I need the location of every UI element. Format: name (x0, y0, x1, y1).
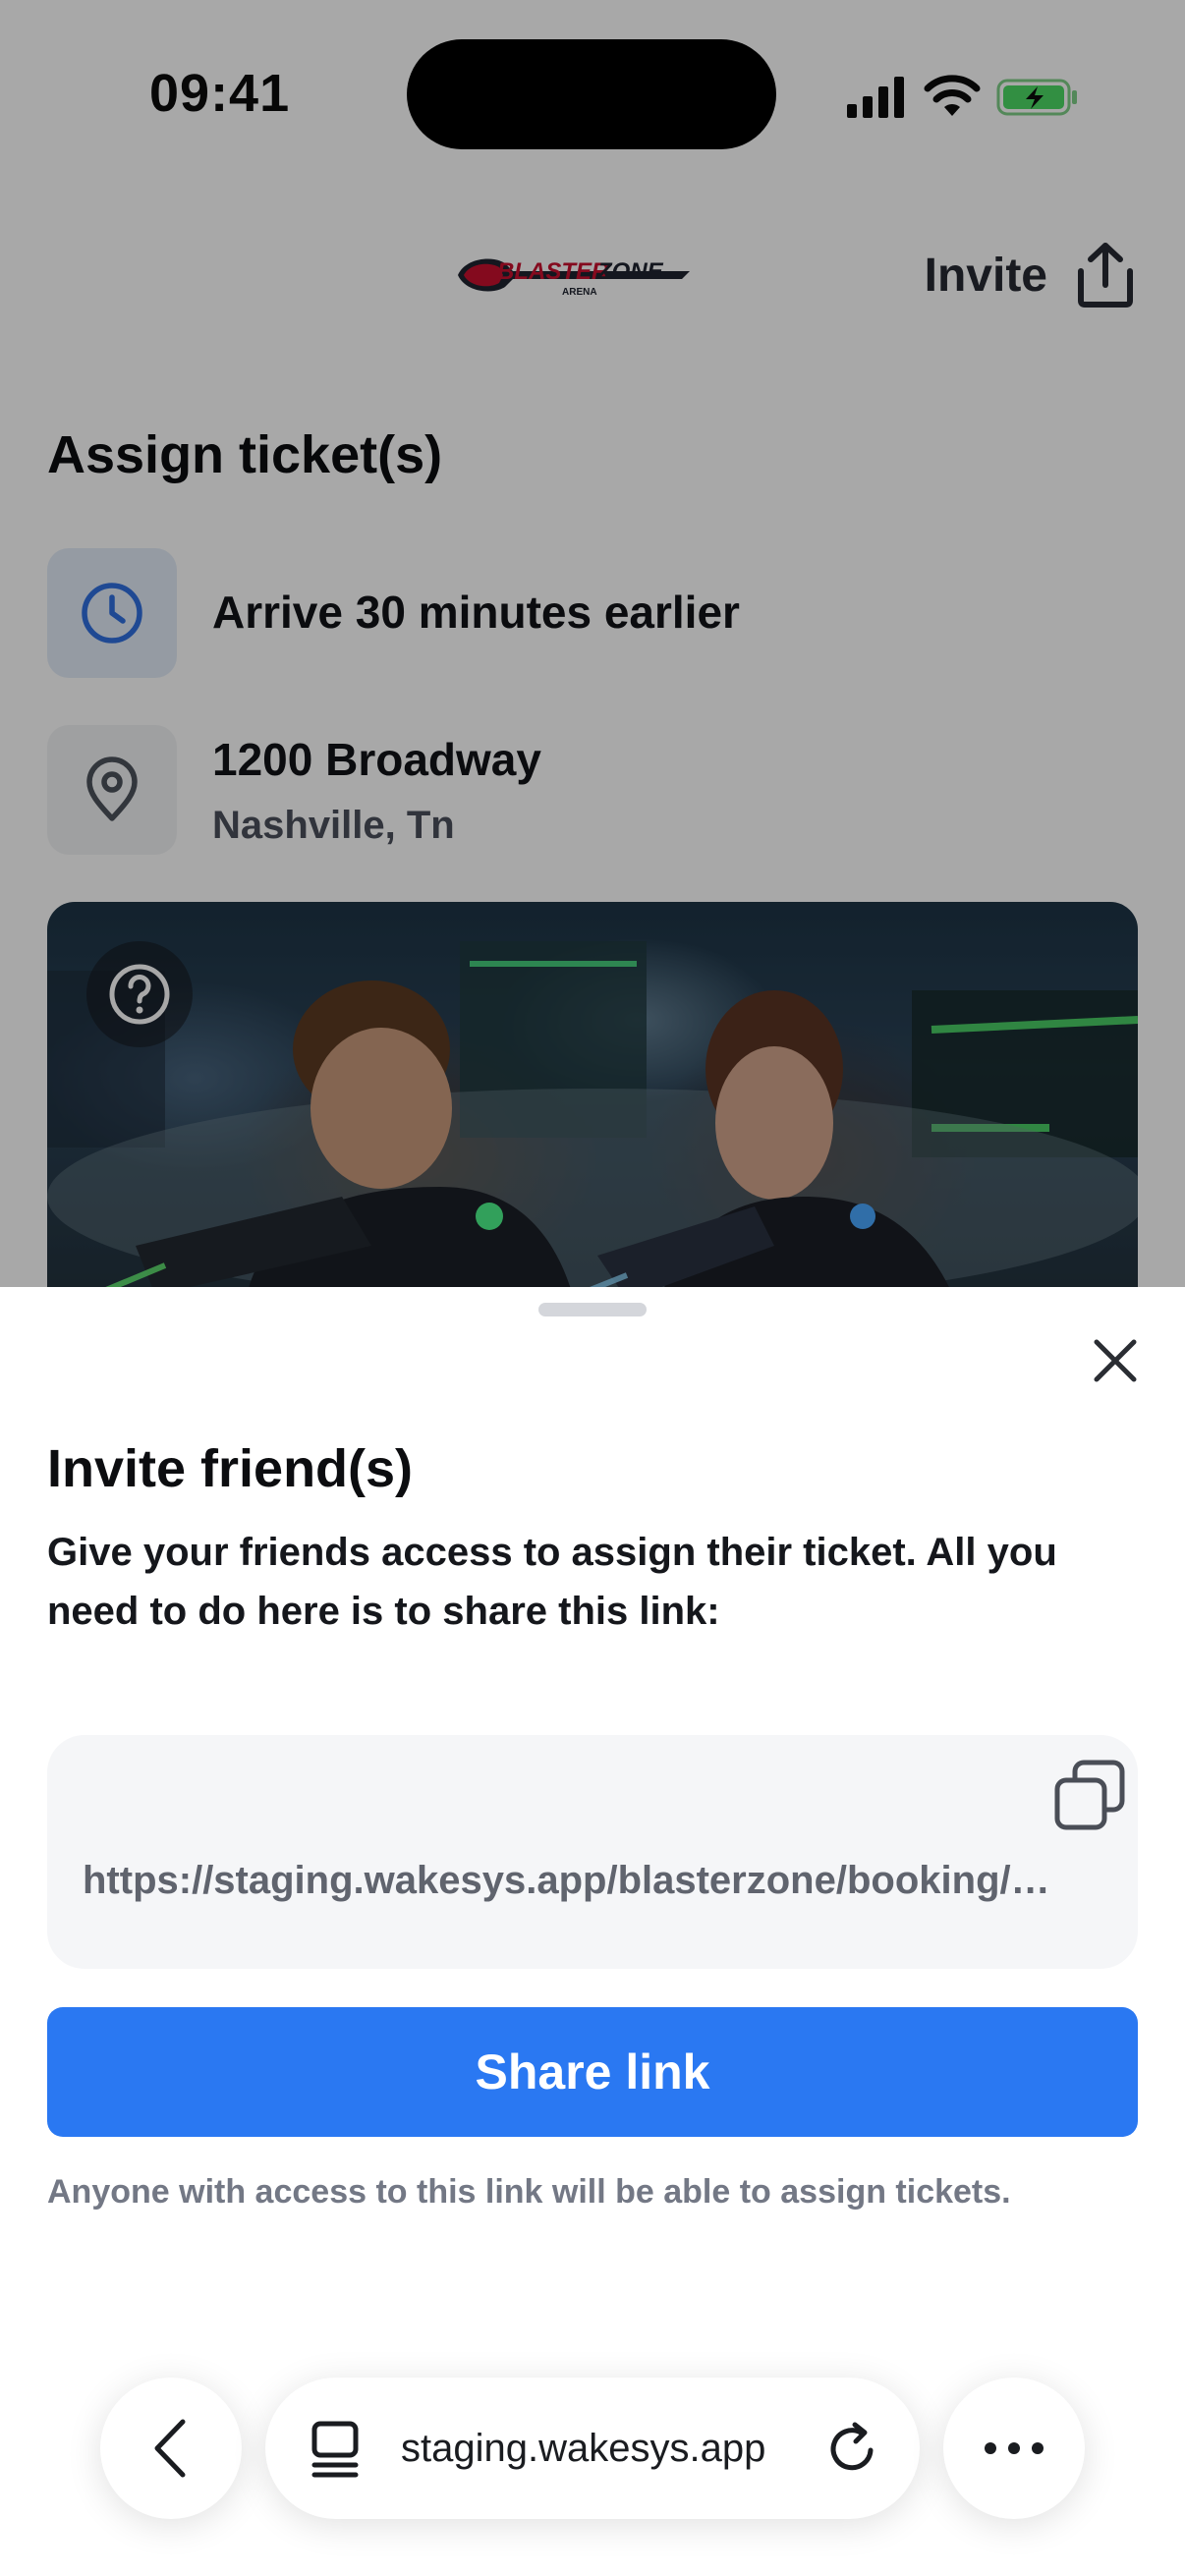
reload-icon[interactable] (825, 2421, 880, 2476)
link-access-notice: Anyone with access to this link will be … (47, 2173, 1011, 2211)
url-text: staging.wakesys.app (401, 2426, 766, 2470)
background-page: 09:41 BLASTER ZONE ARENA Invite Assign t… (0, 0, 1185, 1315)
invite-sheet: Invite friend(s) Give your friends acces… (0, 1287, 1185, 2576)
chevron-left-icon (154, 2419, 186, 2478)
back-button[interactable] (100, 2378, 242, 2519)
browser-toolbar: staging.wakesys.app (0, 2334, 1185, 2531)
modal-backdrop[interactable] (0, 0, 1185, 1287)
tabs-icon[interactable] (309, 2418, 362, 2479)
invite-link-field[interactable]: https://staging.wakesys.app/blasterzone/… (47, 1735, 1138, 1969)
more-button[interactable] (943, 2378, 1085, 2519)
invite-link-text: https://staging.wakesys.app/blasterzone/… (83, 1859, 1050, 1902)
address-bar[interactable]: staging.wakesys.app (265, 2378, 920, 2519)
sheet-title: Invite friend(s) (47, 1439, 414, 1498)
share-link-button[interactable]: Share link (47, 2007, 1138, 2137)
sheet-description: Give your friends access to assign their… (47, 1531, 1057, 1633)
more-icon (985, 2442, 1044, 2454)
sheet-grabber[interactable] (538, 1303, 647, 1316)
copy-icon[interactable] (1049, 1755, 1130, 1835)
close-icon[interactable] (1085, 1330, 1146, 1391)
